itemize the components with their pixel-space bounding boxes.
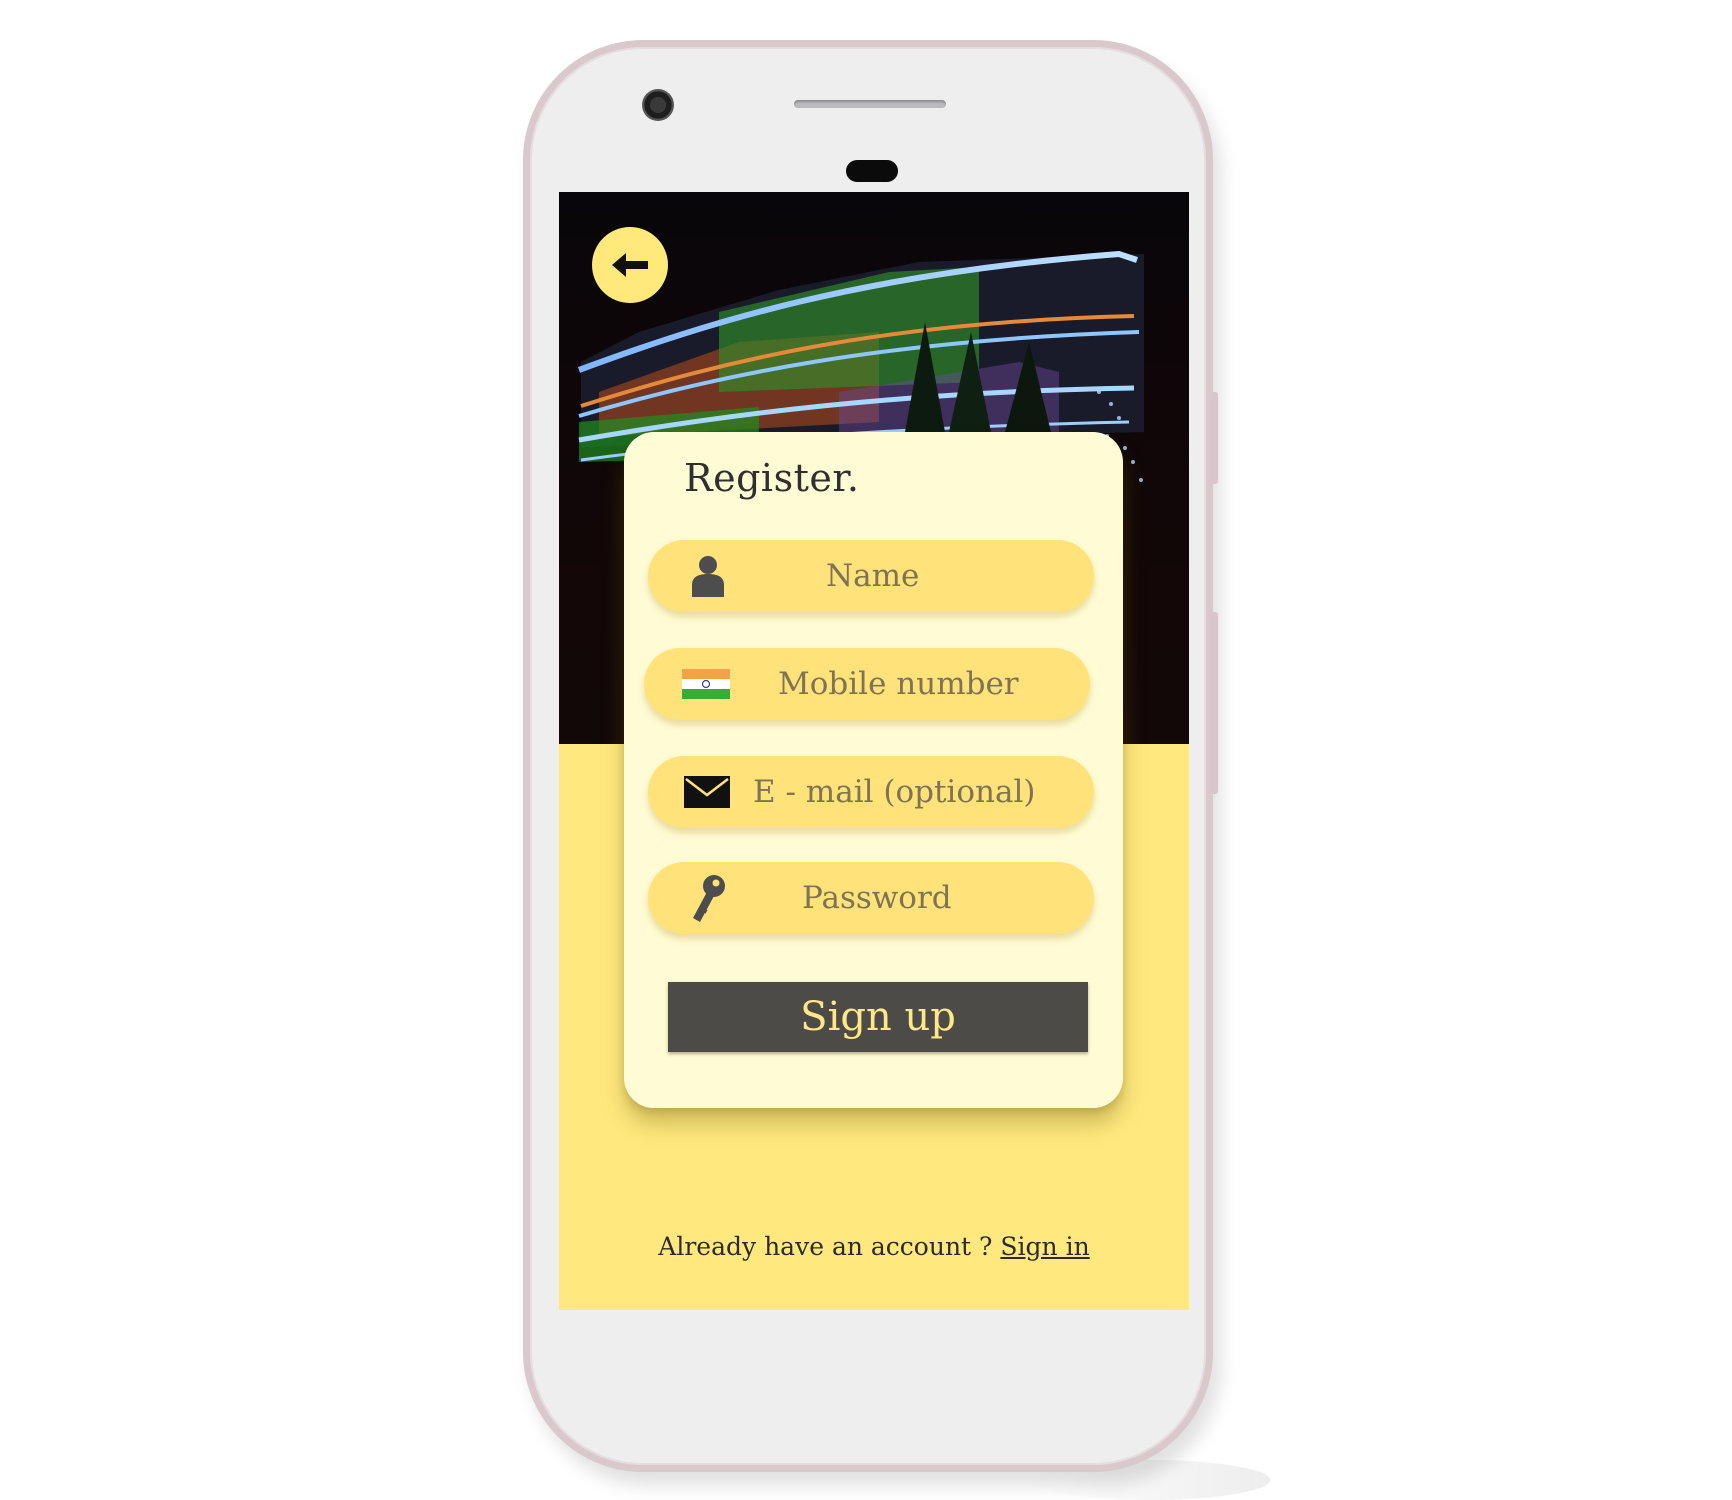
sign-up-button[interactable]: Sign up <box>668 982 1088 1052</box>
mobile-number-field[interactable]: Mobile number <box>644 648 1090 720</box>
name-placeholder: Name <box>826 558 920 594</box>
power-button <box>1210 392 1218 484</box>
app-screen: Register. Name Mobile number E - mail (o… <box>559 192 1189 1310</box>
earpiece <box>846 160 898 182</box>
account-prompt-text: Already have an account ? <box>658 1232 1001 1261</box>
page-title: Register. <box>684 456 860 500</box>
india-flag-icon <box>682 648 730 720</box>
password-field[interactable]: Password <box>648 862 1094 934</box>
person-icon <box>690 540 726 612</box>
speaker-grille <box>794 100 946 108</box>
front-camera <box>642 89 674 121</box>
volume-button <box>1210 612 1218 794</box>
register-card: Register. Name Mobile number E - mail (o… <box>624 432 1123 1108</box>
mobile-number-placeholder: Mobile number <box>778 666 1019 702</box>
back-button[interactable] <box>592 227 668 303</box>
email-placeholder: E - mail (optional) <box>753 774 1036 810</box>
key-icon <box>690 862 730 934</box>
email-field[interactable]: E - mail (optional) <box>648 756 1094 828</box>
footer-signin-prompt: Already have an account ? Sign in <box>559 1232 1189 1261</box>
password-placeholder: Password <box>802 880 952 916</box>
sign-in-link[interactable]: Sign in <box>1000 1232 1089 1261</box>
arrow-left-icon <box>612 253 648 277</box>
name-field[interactable]: Name <box>648 540 1094 612</box>
envelope-icon <box>684 756 730 828</box>
